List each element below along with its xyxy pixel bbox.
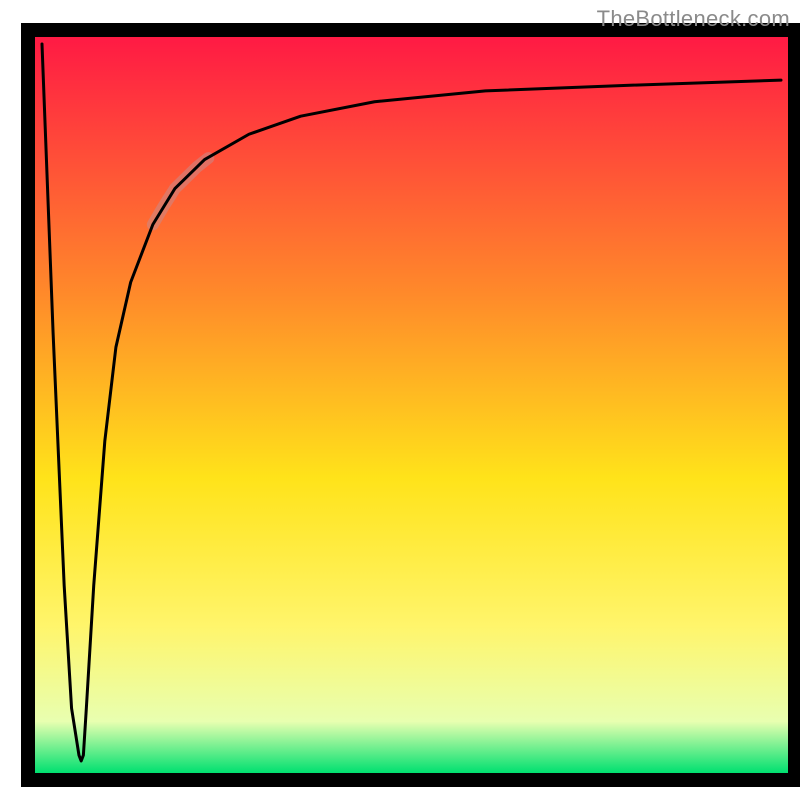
plot-background [35, 37, 788, 773]
watermark-label: TheBottleneck.com [597, 6, 790, 32]
chart-container: TheBottleneck.com [0, 0, 800, 800]
chart-svg [0, 0, 800, 800]
